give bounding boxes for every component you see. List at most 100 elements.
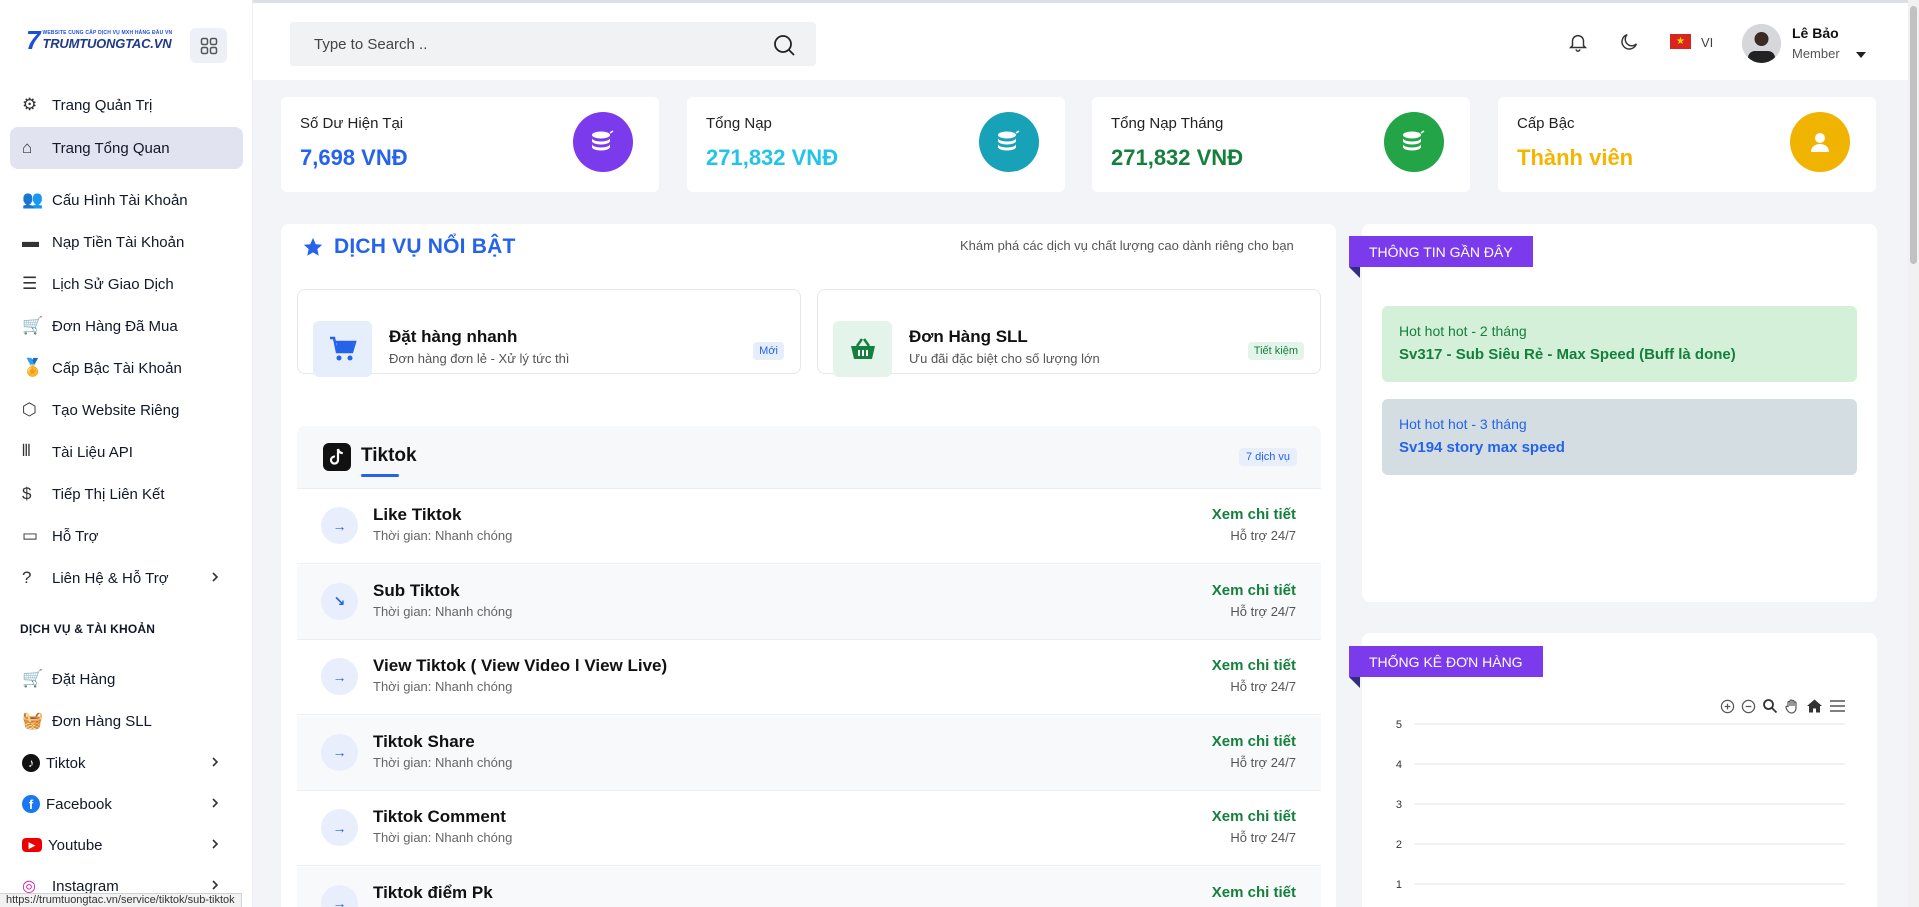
sidebar-item-label: Liên Hệ & Hỗ Trợ bbox=[52, 569, 169, 587]
view-details-link[interactable]: Xem chi tiết bbox=[1212, 657, 1296, 674]
sidebar-item-cau-hinh-tai-khoan[interactable]: 👥 Cấu Hình Tài Khoản bbox=[10, 179, 243, 221]
service-time: Thời gian: Nhanh chóng bbox=[373, 679, 513, 694]
sidebar-item-facebook[interactable]: f Facebook bbox=[10, 783, 243, 825]
service-row[interactable]: → Tiktok điểm Pk Xem chi tiết bbox=[297, 866, 1321, 907]
search-bar bbox=[290, 22, 816, 66]
ticket-icon: ▭ bbox=[22, 526, 39, 545]
service-row[interactable]: → Like Tiktok Thời gian: Nhanh chóng Xem… bbox=[297, 489, 1321, 564]
apps-grid-button[interactable] bbox=[190, 28, 227, 63]
sidebar-item-label: Đơn Hàng Đã Mua bbox=[52, 317, 178, 335]
y-tick-label: 1 bbox=[1396, 879, 1402, 891]
service-support: Hỗ trợ 24/7 bbox=[1230, 830, 1296, 845]
sidebar-item-dat-hang[interactable]: 🛒 Đặt Hàng bbox=[10, 658, 243, 700]
coins-icon bbox=[573, 112, 633, 172]
sidebar-item-tai-lieu-api[interactable]: 𝍫 Tài Liệu API bbox=[10, 431, 243, 473]
sidebar-item-label: Nạp Tiền Tài Khoản bbox=[52, 233, 185, 251]
service-name: Tiktok điểm Pk bbox=[373, 882, 493, 902]
avatar[interactable] bbox=[1742, 24, 1781, 63]
stat-label: Cấp Bậc bbox=[1517, 115, 1575, 132]
sidebar-item-don-hang-sll[interactable]: 🧺 Đơn Hàng SLL bbox=[10, 700, 243, 742]
news-item[interactable]: Hot hot hot - 2 tháng Sv317 - Sub Siêu R… bbox=[1382, 306, 1857, 382]
tiktok-icon bbox=[323, 443, 351, 471]
sidebar-item-label: Instagram bbox=[52, 877, 119, 895]
service-time: Thời gian: Nhanh chóng bbox=[373, 754, 513, 770]
user-icon bbox=[1790, 112, 1850, 172]
tiktok-icon: ♪ bbox=[22, 754, 40, 772]
user-name[interactable]: Lê Bảo bbox=[1792, 25, 1839, 41]
caret-down-icon[interactable] bbox=[1855, 51, 1867, 59]
cart-icon: 🛒 bbox=[22, 669, 44, 688]
sidebar-item-ho-tro[interactable]: ▭ Hỗ Trợ bbox=[10, 515, 243, 557]
basket-icon bbox=[833, 321, 892, 377]
sidebar-item-tiep-thi-lien-ket[interactable]: $ Tiếp Thị Liên Kết bbox=[10, 473, 243, 515]
question-icon: ? bbox=[22, 568, 32, 587]
vietnam-flag-icon[interactable]: ★ bbox=[1670, 34, 1691, 49]
sidebar-item-trang-quan-tri[interactable]: ⚙ Trang Quản Trị bbox=[10, 84, 243, 126]
cart-icon: 🛒 bbox=[22, 316, 44, 335]
sidebar-item-label: Facebook bbox=[46, 795, 112, 813]
service-support: Hỗ trợ 24/7 bbox=[1230, 754, 1296, 770]
stat-label: Số Dư Hiện Tại bbox=[300, 115, 404, 132]
service-count-badge: 7 dịch vụ bbox=[1238, 448, 1297, 466]
sidebar-item-tao-website-rieng[interactable]: ⬡ Tạo Website Riêng bbox=[10, 389, 243, 431]
gears-icon: ⚙ bbox=[22, 95, 38, 114]
featured-title: DỊCH VỤ NỔI BẬT bbox=[334, 235, 516, 258]
quick-order-title: Đặt hàng nhanh bbox=[389, 327, 518, 346]
sidebar-item-nap-tien-tai-khoan[interactable]: ▬ Nạp Tiền Tài Khoản bbox=[10, 221, 243, 263]
badge-save: Tiết kiệm bbox=[1247, 342, 1304, 360]
language-label[interactable]: VI bbox=[1701, 35, 1713, 50]
sidebar-item-lich-su-giao-dich[interactable]: ☰ Lịch Sử Giao Dịch bbox=[10, 263, 243, 305]
y-tick-label: 4 bbox=[1396, 759, 1402, 771]
view-details-link[interactable]: Xem chi tiết bbox=[1212, 733, 1296, 750]
service-row[interactable]: → Tiktok Comment Thời gian: Nhanh chóng … bbox=[297, 791, 1321, 866]
dark-mode-icon[interactable] bbox=[1618, 31, 1640, 53]
status-bar-url: https://trumtuongtac.vn/service/tiktok/s… bbox=[0, 893, 242, 907]
stat-label: Tổng Nạp Tháng bbox=[1111, 115, 1224, 132]
medal-icon: 🏅 bbox=[22, 358, 44, 377]
sidebar-item-label: Tài Liệu API bbox=[52, 443, 133, 461]
view-details-link[interactable]: Xem chi tiết bbox=[1212, 582, 1296, 599]
facebook-icon: f bbox=[22, 795, 40, 813]
sidebar-item-tiktok[interactable]: ♪ Tiktok bbox=[10, 742, 243, 784]
home-icon: ⌂ bbox=[22, 138, 33, 157]
platform-underline bbox=[361, 474, 399, 477]
bell-icon[interactable] bbox=[1567, 31, 1589, 53]
coins-icon bbox=[1384, 112, 1444, 172]
arrow-right-icon: → bbox=[321, 809, 358, 846]
sidebar-item-lien-he-ho-tro[interactable]: ? Liên Hệ & Hỗ Trợ bbox=[10, 557, 243, 599]
scrollbar-thumb[interactable] bbox=[1910, 6, 1917, 264]
sidebar-item-don-hang-da-mua[interactable]: 🛒 Đơn Hàng Đã Mua bbox=[10, 305, 243, 347]
brand-logo[interactable]: 7 WEBSITE CUNG CẤP DỊCH VỤ MXH HÀNG ĐẦU … bbox=[26, 24, 194, 56]
view-details-link[interactable]: Xem chi tiết bbox=[1212, 808, 1296, 825]
y-tick-label: 5 bbox=[1396, 719, 1402, 731]
page-scrollbar[interactable] bbox=[1908, 0, 1919, 907]
cart-icon bbox=[313, 321, 372, 377]
chevron-right-icon bbox=[212, 839, 219, 849]
service-name: Like Tiktok bbox=[373, 505, 462, 524]
brand-logo-mark-icon: 7 bbox=[26, 25, 41, 55]
service-time: Thời gian: Nhanh chóng bbox=[373, 830, 513, 845]
view-details-link[interactable]: Xem chi tiết bbox=[1212, 506, 1296, 523]
service-row[interactable]: → View Tiktok ( View Video l View Live) … bbox=[297, 640, 1321, 715]
sidebar-item-label: Tạo Website Riêng bbox=[52, 401, 180, 419]
stat-label: Tổng Nạp bbox=[706, 115, 772, 132]
user-role: Member bbox=[1792, 46, 1840, 61]
service-row[interactable]: ↘ Sub Tiktok Thời gian: Nhanh chóng Xem … bbox=[297, 564, 1321, 640]
stat-value: 271,832 VNĐ bbox=[706, 145, 839, 170]
books-icon: 𝍫 bbox=[22, 440, 31, 460]
news-item[interactable]: Hot hot hot - 3 tháng Sv194 story max sp… bbox=[1382, 399, 1857, 475]
sidebar-item-label: Tiếp Thị Liên Kết bbox=[52, 485, 165, 503]
quick-order-card[interactable]: Đặt hàng nhanh Đơn hàng đơn lẻ - Xử lý t… bbox=[297, 289, 801, 377]
platform-header-tiktok: Tiktok 7 dịch vụ bbox=[297, 426, 1321, 489]
view-details-link[interactable]: Xem chi tiết bbox=[1212, 884, 1296, 901]
search-icon[interactable] bbox=[772, 33, 796, 57]
search-input[interactable] bbox=[314, 35, 754, 53]
sidebar-item-youtube[interactable]: ▶ Youtube bbox=[10, 824, 243, 866]
y-tick-label: 2 bbox=[1396, 839, 1402, 851]
bulk-order-card[interactable]: Đơn Hàng SLL Ưu đãi đặc biệt cho số lượn… bbox=[817, 289, 1321, 377]
arrow-right-icon: → bbox=[321, 884, 358, 907]
sidebar-item-cap-bac-tai-khoan[interactable]: 🏅 Cấp Bậc Tài Khoản bbox=[10, 347, 243, 389]
service-row[interactable]: → Tiktok Share Thời gian: Nhanh chóng Xe… bbox=[297, 715, 1321, 791]
news-item-title: Sv194 story max speed bbox=[1399, 439, 1565, 456]
sidebar-item-trang-tong-quan[interactable]: ⌂ Trang Tổng Quan bbox=[10, 127, 243, 169]
